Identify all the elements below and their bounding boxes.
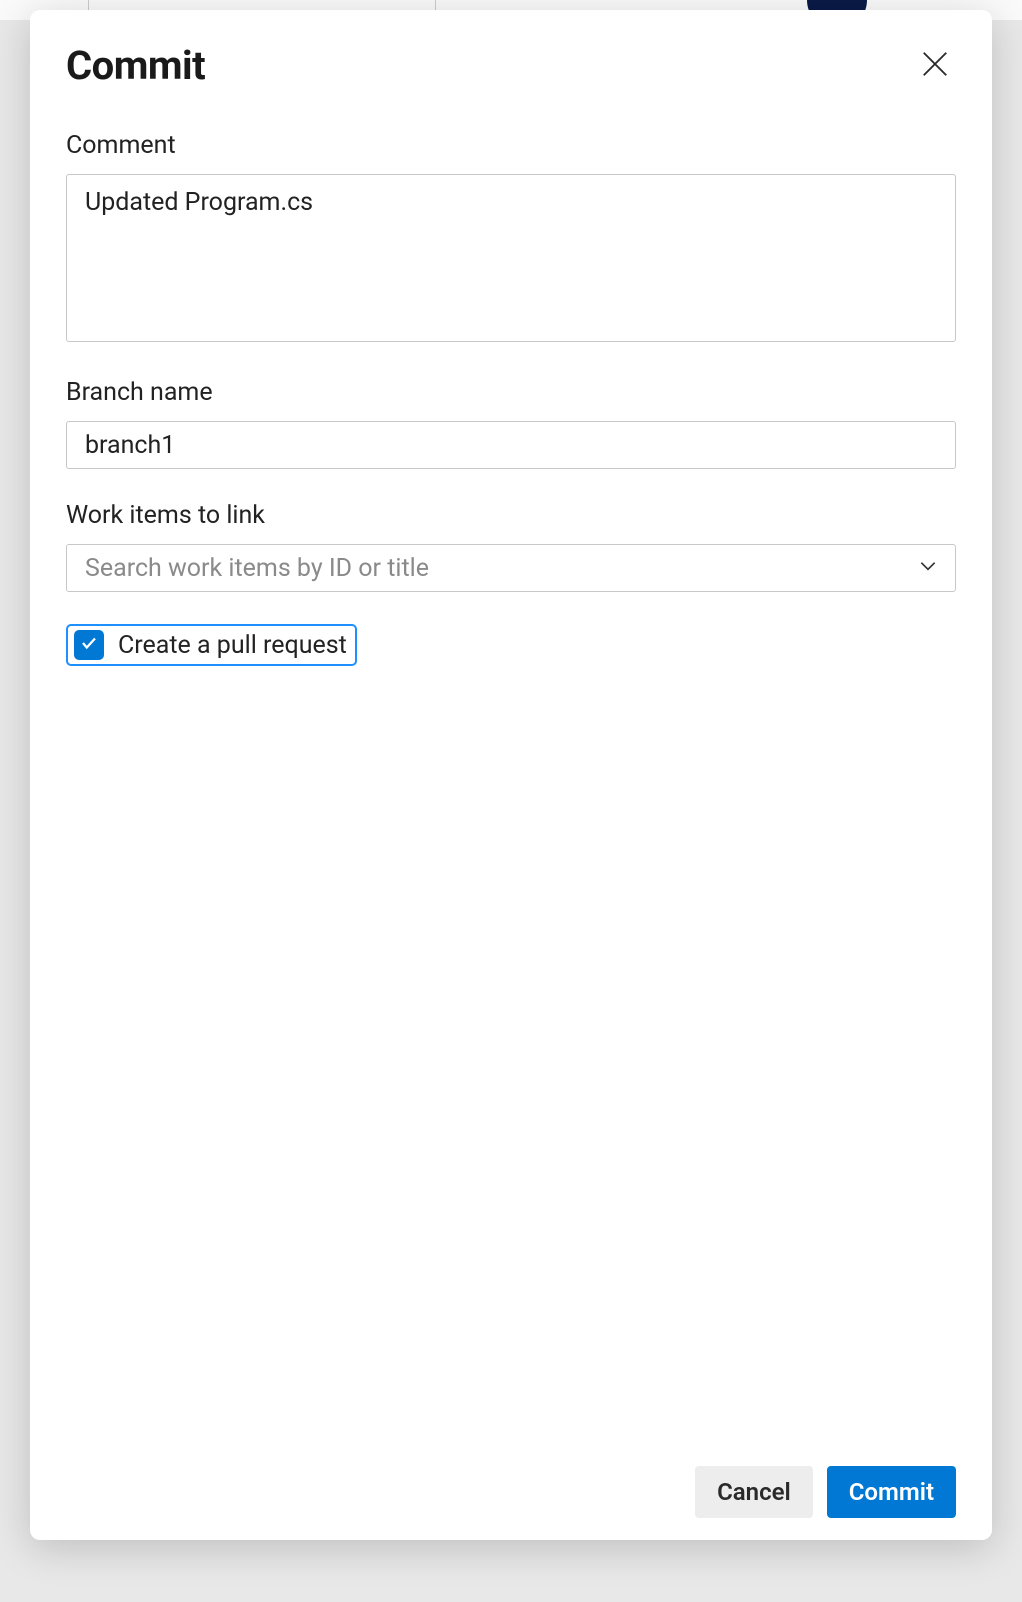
dialog-header: Commit [66,42,956,89]
comment-textarea[interactable] [66,174,956,342]
dialog-title: Commit [66,42,205,89]
commit-dialog: Commit Comment Branch name Work items to… [30,10,992,1540]
branch-label: Branch name [66,378,956,407]
comment-label: Comment [66,131,956,160]
dialog-footer: Cancel Commit [66,1466,956,1518]
work-items-input[interactable] [66,544,956,592]
commit-button[interactable]: Commit [827,1466,956,1518]
check-icon [80,634,98,656]
work-items-label: Work items to link [66,501,956,530]
spacer [66,666,956,1466]
checkbox-label: Create a pull request [118,631,347,660]
close-icon [920,49,950,82]
close-button[interactable] [914,43,956,88]
comment-group: Comment [66,131,956,346]
work-items-combo [66,544,956,592]
create-pull-request-checkbox[interactable]: Create a pull request [66,624,357,666]
branch-group: Branch name [66,378,956,469]
branch-name-input[interactable] [66,421,956,469]
work-items-group: Work items to link [66,501,956,592]
cancel-button[interactable]: Cancel [695,1466,813,1518]
checkbox-box [74,630,104,660]
